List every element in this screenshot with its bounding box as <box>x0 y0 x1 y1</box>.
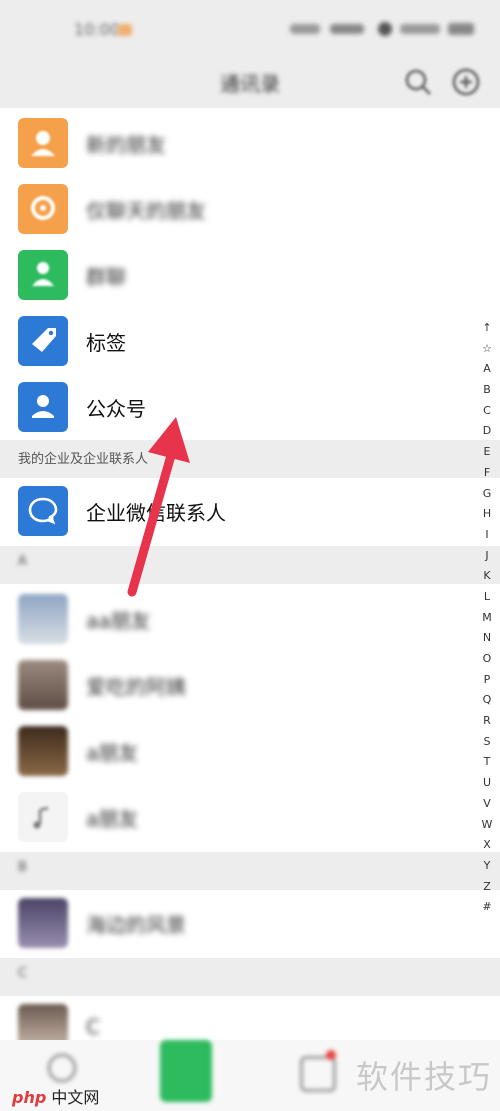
annotation-arrow <box>127 417 190 597</box>
